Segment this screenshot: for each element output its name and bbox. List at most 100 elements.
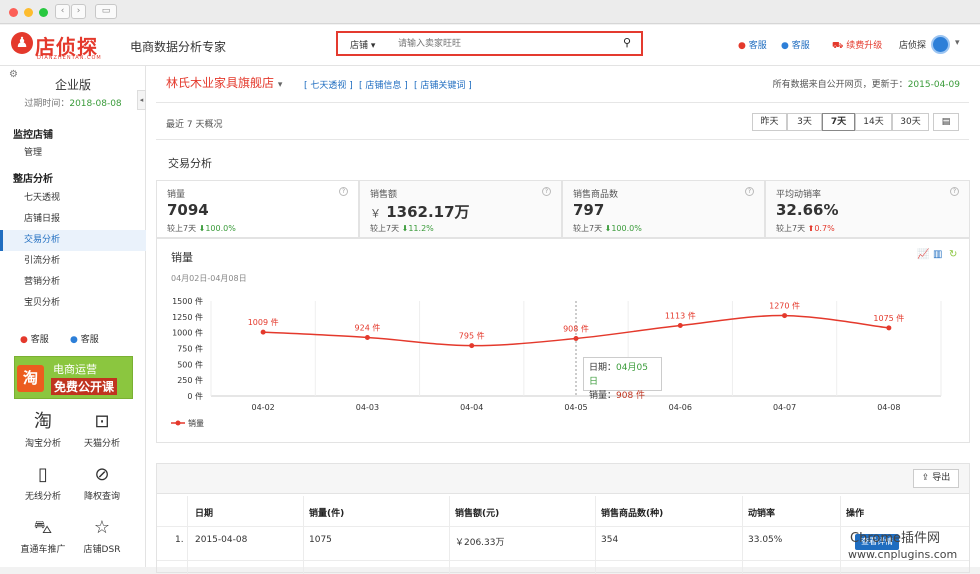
divider: [156, 139, 969, 140]
x-tick-label: 04-07: [773, 403, 796, 412]
cell-sales: 1075: [309, 535, 332, 545]
x-tick-label: 04-02: [252, 403, 275, 412]
col-header-date[interactable]: 日期: [195, 506, 213, 519]
export-icon: ⇪: [921, 473, 930, 483]
y-tick-label: 1000 件: [172, 328, 203, 338]
range-yesterday-button[interactable]: 昨天: [752, 113, 787, 131]
data-source-note: 所有数据来自公开网页，更新于：2015-04-09: [772, 80, 960, 90]
maximize-window-button[interactable]: [39, 8, 48, 17]
metric-value: ￥ 1362.17万: [370, 203, 470, 221]
range-14d-button[interactable]: 14天: [855, 113, 892, 131]
sidebar-item-daily-report[interactable]: 店铺日报: [0, 209, 146, 230]
tool-penalty-check[interactable]: ⊘ 降权查询: [72, 463, 132, 502]
top-header: ♟ 店侦探 DIANZHENTAN.COM 电商数据分析专家 店铺 ▾ ⚲ ● …: [0, 25, 980, 66]
avatar[interactable]: [931, 35, 950, 54]
mobile-icon: ▯: [38, 464, 48, 485]
quick-link-seven-day[interactable]: [ 七天透视 ]: [304, 78, 353, 91]
taobao-icon: 淘: [34, 411, 52, 432]
renew-upgrade-link[interactable]: ⛟ 续费升级: [832, 38, 882, 52]
export-button[interactable]: ⇪ 导出: [913, 469, 959, 488]
metric-value: 7094: [167, 201, 209, 219]
tool-tmall-analysis[interactable]: ⊡ 天猫分析: [72, 410, 132, 449]
qq-icon: ●: [781, 41, 789, 51]
quick-link-shop-info[interactable]: [ 店铺信息 ]: [359, 78, 408, 91]
help-icon[interactable]: ?: [950, 187, 959, 196]
quick-link-keywords[interactable]: [ 店铺关键词 ]: [414, 78, 472, 91]
metric-sell-through[interactable]: 平均动销率 ? 32.66% 较上7天 ⬆0.7%: [765, 180, 970, 238]
sidebar-service-link-2[interactable]: ● 客服: [70, 332, 99, 345]
period-label: 最近 7 天概况: [166, 120, 223, 130]
watermark-title: Chrome插件网: [850, 531, 940, 546]
data-label: 924 件: [355, 322, 381, 332]
col-header-sales[interactable]: 销量(件): [309, 506, 344, 519]
sidebar: ⚙ 企业版 过期时间：2018-08-08 ◂ 监控店铺 管理 整店分析 七天透…: [0, 66, 146, 567]
sidebar-item-traffic[interactable]: 引流分析: [0, 251, 146, 272]
sidebar-item-products[interactable]: 宝贝分析: [0, 293, 146, 314]
chevron-down-icon[interactable]: ▾: [955, 38, 960, 48]
window-titlebar: ‹ › ▭: [0, 0, 980, 24]
data-point: [677, 323, 683, 329]
promo-banner[interactable]: 淘 电商运营 免费公开课: [14, 356, 133, 399]
close-window-button[interactable]: [9, 8, 18, 17]
sidebar-item-marketing[interactable]: 营销分析: [0, 272, 146, 293]
car-icon: ⛍: [33, 517, 53, 538]
col-header-rate[interactable]: 动销率: [748, 506, 775, 519]
data-label: 1009 件: [248, 317, 279, 327]
sidebar-item-manage[interactable]: 管理: [0, 143, 146, 164]
qq-icon: ●: [738, 41, 746, 51]
metric-sales-volume[interactable]: 销量 ? 7094 较上7天 ⬇100.0%: [156, 180, 359, 238]
customer-service-link-2[interactable]: ● 客服: [781, 38, 810, 51]
minimize-window-button[interactable]: [24, 8, 33, 17]
sidebar-service-link-1[interactable]: ● 客服: [20, 332, 49, 345]
col-header-items[interactable]: 销售商品数(种): [601, 506, 663, 519]
collapse-sidebar-icon[interactable]: ◂: [137, 90, 146, 110]
star-icon: ☆: [93, 517, 111, 538]
cell-items: 354: [601, 535, 619, 545]
banner-line2: 免费公开课: [51, 378, 118, 395]
sidebar-item-trade-analysis[interactable]: 交易分析: [0, 230, 146, 251]
chart-tooltip: 日期：04月05日 销量：908 件: [583, 357, 662, 401]
search-category-dropdown[interactable]: 店铺 ▾: [350, 38, 375, 51]
data-point: [573, 335, 579, 341]
x-tick-label: 04-05: [564, 403, 587, 412]
metric-items-sold[interactable]: 销售商品数 ? 797 较上7天 ⬇100.0%: [562, 180, 765, 238]
y-tick-label: 750 件: [177, 344, 203, 354]
row-index: 1.: [175, 535, 184, 545]
tool-ztc-promotion[interactable]: ⛍ 直通车推广: [13, 516, 73, 555]
data-label: 1075 件: [873, 313, 904, 323]
col-header-amount[interactable]: 销售额(元): [455, 506, 499, 519]
search-icon[interactable]: ⚲: [623, 36, 631, 49]
sidebar-item-seven-day[interactable]: 七天透视: [0, 188, 146, 209]
forward-button[interactable]: ›: [71, 4, 86, 19]
tool-wireless-analysis[interactable]: ▯ 无线分析: [13, 463, 73, 502]
data-point: [260, 329, 266, 335]
section-shop-analysis-title: 整店分析: [13, 174, 53, 185]
eye-off-icon: ⊘: [94, 464, 110, 485]
sidebar-toggle-icon[interactable]: ▭: [95, 4, 117, 19]
metric-sales-amount[interactable]: 销售额 ? ￥ 1362.17万 较上7天 ⬇11.2%: [359, 180, 562, 238]
customer-service-link-1[interactable]: ● 客服: [738, 38, 767, 51]
calendar-icon[interactable]: ▤: [933, 113, 959, 131]
x-tick-label: 04-03: [356, 403, 379, 412]
watermark-url: www.cnplugins.com: [848, 548, 958, 561]
tool-taobao-analysis[interactable]: 淘淘宝分析: [13, 410, 73, 449]
help-icon[interactable]: ?: [745, 187, 754, 196]
section-title: 交易分析: [168, 157, 212, 170]
back-button[interactable]: ‹: [55, 4, 70, 19]
legend-marker: [175, 420, 181, 426]
qq-icon: ●: [20, 335, 28, 345]
range-3d-button[interactable]: 3天: [787, 113, 822, 131]
search-box: 店铺 ▾ ⚲: [336, 31, 643, 56]
col-header-action: 操作: [846, 509, 865, 519]
search-input[interactable]: [398, 37, 598, 51]
banner-line1: 电商运营: [53, 363, 97, 376]
shop-name-dropdown[interactable]: 林氏木业家具旗舰店 ▾: [166, 74, 282, 91]
range-30d-button[interactable]: 30天: [892, 113, 929, 131]
divider: [156, 102, 969, 103]
data-label: 1270 件: [769, 301, 800, 311]
range-7d-button[interactable]: 7天: [822, 113, 855, 131]
help-icon[interactable]: ?: [339, 187, 348, 196]
help-icon[interactable]: ?: [542, 187, 551, 196]
account-name[interactable]: 店侦探: [899, 38, 926, 51]
tool-shop-dsr[interactable]: ☆ 店铺DSR: [72, 516, 132, 555]
